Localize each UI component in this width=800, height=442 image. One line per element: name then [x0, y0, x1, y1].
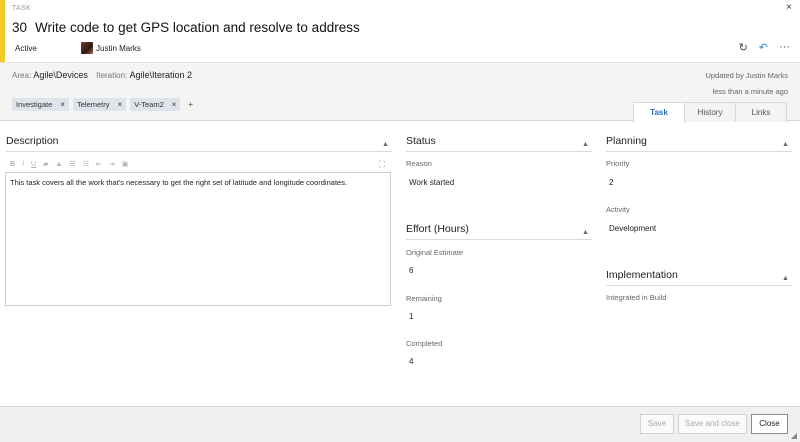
close-button[interactable]: Close	[751, 414, 788, 434]
bullet-list-icon[interactable]: ☰	[69, 160, 75, 168]
tab-history[interactable]: History	[684, 102, 736, 122]
numbered-list-icon[interactable]: ☷	[83, 160, 89, 168]
decrease-indent-icon[interactable]: ⇤	[96, 160, 102, 168]
save-button[interactable]: Save	[640, 414, 674, 434]
italic-icon[interactable]: I	[22, 161, 24, 168]
tab-links[interactable]: Links	[735, 102, 787, 122]
original-estimate-label: Original Estimate	[406, 248, 464, 257]
activity-label: Activity	[606, 205, 630, 214]
avatar	[81, 42, 93, 54]
increase-indent-icon[interactable]: ⇥	[109, 160, 115, 168]
maximize-editor-icon[interactable]: ⛶	[379, 159, 385, 170]
tag-label: V-Team2	[134, 100, 164, 109]
add-tag-button[interactable]: +	[184, 100, 197, 109]
remaining-label: Remaining	[406, 294, 442, 303]
work-item-title-row: 30 Write code to get GPS location and res…	[12, 20, 360, 35]
remaining-field[interactable]: 1	[409, 312, 413, 321]
implementation-section-title: Implementation	[606, 269, 678, 281]
planning-section-title: Planning	[606, 135, 647, 147]
description-section-title: Description	[6, 135, 59, 147]
refresh-icon[interactable]: ↻	[739, 41, 748, 54]
remove-tag-icon[interactable]: ×	[117, 98, 122, 111]
undo-icon[interactable]: ↶	[759, 41, 768, 54]
work-item-type-label: TASK	[12, 5, 31, 12]
area-label: Area:	[12, 71, 32, 80]
bold-icon[interactable]: B	[10, 161, 15, 168]
activity-field[interactable]: Development	[609, 224, 656, 233]
tag[interactable]: Investigate ×	[12, 98, 69, 111]
original-estimate-field[interactable]: 6	[409, 266, 413, 275]
iteration-label: Iteration:	[96, 71, 128, 80]
insert-image-icon[interactable]: ▣	[122, 160, 129, 168]
tab-strip: Task History Links	[633, 102, 787, 123]
status-section-title: Status	[406, 135, 436, 147]
rich-text-toolbar: B I U ▰ ▲ ☰ ☷ ⇤ ⇥ ▣	[10, 160, 129, 169]
underline-icon[interactable]: U	[31, 161, 36, 168]
description-editor[interactable]: This task covers all the work that's nec…	[5, 172, 391, 306]
completed-label: Completed	[406, 339, 443, 348]
section-divider	[406, 151, 592, 152]
section-divider	[406, 239, 592, 240]
state-field[interactable]: Active	[15, 44, 37, 53]
iteration-value[interactable]: Agile\Iteration 2	[130, 70, 193, 80]
work-item-type-color-bar	[0, 0, 5, 62]
assigned-to-name: Justin Marks	[96, 43, 141, 53]
tag-label: Telemetry	[76, 100, 110, 109]
tag-label: Investigate	[16, 100, 53, 109]
updated-by[interactable]: Updated by Justin Marks	[705, 68, 788, 84]
reason-label: Reason	[406, 159, 432, 168]
collapse-planning-icon[interactable]: ▲	[782, 141, 789, 148]
area-value[interactable]: Agile\Devices	[33, 70, 88, 80]
updated-when: less than a minute ago	[712, 87, 788, 96]
collapse-status-icon[interactable]: ▲	[582, 141, 589, 148]
section-divider	[6, 151, 392, 152]
tag[interactable]: Telemetry ×	[72, 98, 127, 111]
completed-field[interactable]: 4	[409, 357, 413, 366]
priority-field[interactable]: 2	[609, 178, 613, 187]
section-divider	[606, 151, 792, 152]
header-toolbar: ↻ ↶ ···	[739, 41, 790, 54]
priority-label: Priority	[606, 159, 630, 168]
save-and-close-button[interactable]: Save and close	[678, 414, 747, 434]
collapse-effort-icon[interactable]: ▲	[582, 229, 589, 236]
tab-task[interactable]: Task	[633, 102, 685, 123]
integrated-in-build-label: Integrated in Build	[606, 293, 667, 302]
updated-info: Updated by Justin Marks less than a minu…	[705, 68, 788, 100]
description-text: This task covers all the work that's nec…	[10, 178, 348, 187]
remove-tag-icon[interactable]: ×	[172, 98, 177, 111]
work-item-id: 30	[12, 20, 28, 35]
tag[interactable]: V-Team2 ×	[130, 98, 181, 111]
close-icon[interactable]: ×	[786, 2, 792, 13]
section-divider	[606, 285, 792, 286]
area-iteration-line: Area: Agile\Devices Iteration: Agile\Ite…	[12, 70, 198, 80]
resize-grip-icon[interactable]: ◢	[791, 431, 797, 440]
more-actions-icon[interactable]: ···	[779, 41, 790, 54]
tag-list: Investigate × Telemetry × V-Team2 × +	[12, 98, 197, 111]
collapse-description-icon[interactable]: ▲	[382, 141, 389, 148]
font-color-icon[interactable]: ▲	[55, 161, 62, 168]
work-item-title[interactable]: Write code to get GPS location and resol…	[35, 20, 360, 35]
reason-field[interactable]: Work started	[409, 178, 454, 187]
remove-tag-icon[interactable]: ×	[60, 98, 65, 111]
highlight-icon[interactable]: ▰	[43, 160, 48, 168]
assigned-to-field[interactable]: Justin Marks	[81, 42, 141, 54]
collapse-implementation-icon[interactable]: ▲	[782, 275, 789, 282]
effort-section-title: Effort (Hours)	[406, 223, 469, 235]
